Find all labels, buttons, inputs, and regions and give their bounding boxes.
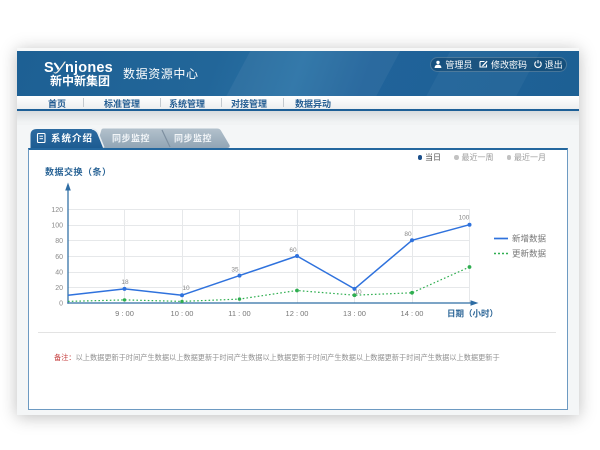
svg-text:20: 20 (55, 283, 63, 293)
svg-text:60: 60 (289, 244, 297, 254)
svg-text:60: 60 (55, 252, 63, 262)
svg-text:10: 10 (354, 286, 362, 296)
svg-text:18: 18 (121, 276, 129, 286)
svg-text:更新数据: 更新数据 (512, 248, 547, 260)
svg-text:10: 10 (182, 282, 190, 292)
svg-text:35: 35 (231, 264, 239, 274)
svg-text:日期（小时）: 日期（小时） (447, 308, 498, 320)
svg-text:11 : 00: 11 : 00 (228, 308, 250, 319)
svg-text:同步监控: 同步监控 (174, 132, 212, 145)
svg-text:80: 80 (404, 228, 412, 238)
svg-text:12 : 00: 12 : 00 (286, 308, 309, 319)
svg-text:新增数据: 新增数据 (512, 233, 547, 245)
svg-text:80: 80 (55, 236, 63, 246)
svg-text:0: 0 (59, 299, 63, 309)
svg-text:同步监控: 同步监控 (112, 132, 150, 145)
svg-text:14 : 00: 14 : 00 (401, 308, 424, 319)
svg-text:13 : 00: 13 : 00 (343, 308, 366, 319)
svg-text:10 : 00: 10 : 00 (171, 308, 194, 319)
svg-text:100: 100 (51, 221, 63, 231)
svg-text:120: 120 (51, 205, 63, 215)
svg-text:系统介绍: 系统介绍 (51, 131, 93, 145)
svg-text:9 : 00: 9 : 00 (115, 308, 134, 319)
svg-text:40: 40 (55, 267, 63, 277)
svg-text:100: 100 (459, 212, 470, 222)
